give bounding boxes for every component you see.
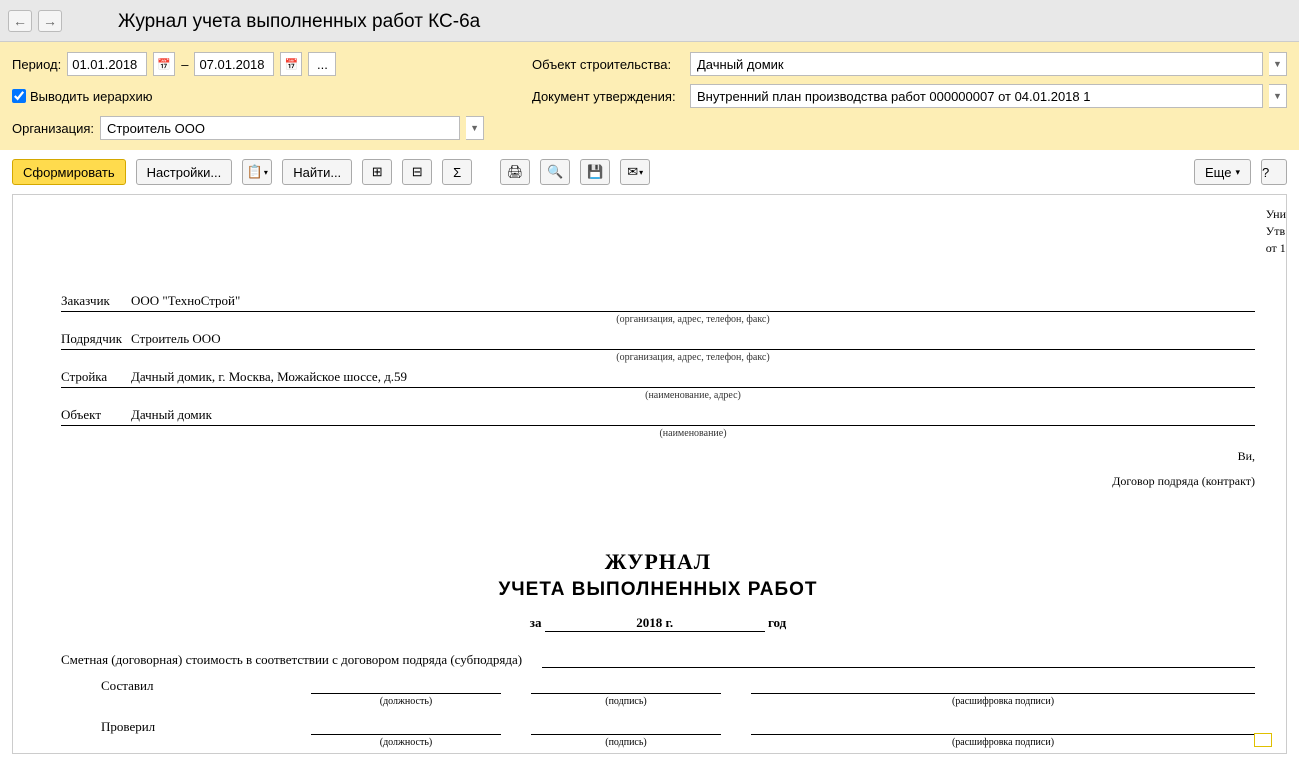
doc-select[interactable]: Внутренний план производства работ 00000… [690,84,1263,108]
decrypt-hint-2: (расшифровка подписи) [751,737,1255,748]
hierarchy-label: Выводить иерархию [30,89,152,104]
sign-hint-2: (подпись) [531,737,721,748]
contractor-value: Строитель ООО [131,331,1255,347]
help-button[interactable]: ? [1261,159,1287,185]
sigma-icon: Σ [453,165,461,180]
forward-button[interactable]: → [38,10,62,32]
doc-label: Документ утверждения: [532,89,684,104]
contractor-hint: (организация, адрес, телефон, факс) [131,350,1255,365]
object-select[interactable]: Дачный домик [690,52,1263,76]
mid-right-1: Ви, [61,449,1255,464]
more-button[interactable]: Еще ▾ [1194,159,1251,185]
checked-position [311,734,501,735]
org-dropdown-button[interactable]: ▼ [466,116,484,140]
collapse-icon: ⊟ [412,164,423,180]
envelope-icon: ✉ [627,164,638,180]
doc-dropdown-button[interactable]: ▼ [1269,84,1287,108]
back-button[interactable]: ← [8,10,32,32]
checked-sign [531,734,721,735]
clipboard-icon: 📋 [247,164,263,180]
customer-hint: (организация, адрес, телефон, факс) [131,312,1255,327]
email-button[interactable]: ✉▾ [620,159,650,185]
contractor-label: Подрядчик [61,331,131,347]
preview-icon: 🔍 [547,164,563,180]
object-hint: (наименование) [131,426,1255,441]
journal-title-1: ЖУРНАЛ [61,549,1255,575]
selection-indicator [1254,733,1272,747]
year-value: 2018 г. [545,615,765,632]
decrypt-hint-1: (расшифровка подписи) [751,696,1255,707]
org-select[interactable]: Строитель ООО [100,116,460,140]
find-button[interactable]: Найти... [282,159,352,185]
object-r-label: Объект [61,407,131,423]
mid-right-2: Договор подряда (контракт) [61,474,1255,489]
site-value: Дачный домик, г. Москва, Можайское шоссе… [131,369,1255,385]
period-select-button[interactable]: ... [308,52,336,76]
save-button[interactable]: 💾 [580,159,610,185]
checked-label: Проверил [61,719,281,735]
compiled-label: Составил [61,678,281,694]
calendar-icon: 📅 [157,58,171,71]
expand-button[interactable]: ⊞ [362,159,392,185]
generate-button[interactable]: Сформировать [12,159,126,185]
sign-hint-1: (подпись) [531,696,721,707]
customer-label: Заказчик [61,293,131,309]
site-label: Стройка [61,369,131,385]
report-area[interactable]: Уни Утв от 1 Заказчик ООО "ТехноСтрой" (… [12,194,1287,754]
preview-button[interactable]: 🔍 [540,159,570,185]
checked-decrypt [751,734,1255,735]
customer-value: ООО "ТехноСтрой" [131,293,1255,309]
collapse-button[interactable]: ⊟ [402,159,432,185]
object-label: Объект строительства: [532,57,684,72]
floppy-icon: 💾 [587,164,603,180]
note-line-3: от 1 [1266,241,1286,256]
expand-icon: ⊞ [372,164,383,180]
page-title: Журнал учета выполненных работ КС-6а [118,9,480,33]
object-dropdown-button[interactable]: ▼ [1269,52,1287,76]
print-button[interactable]: 🖨 [500,159,530,185]
note-line-2: Утв [1266,224,1286,239]
cost-value-line [542,667,1255,668]
position-hint-1: (должность) [311,696,501,707]
object-r-value: Дачный домик [131,407,1255,423]
variants-button[interactable]: 📋▾ [242,159,272,185]
hierarchy-checkbox[interactable] [12,89,26,103]
calendar-to-button[interactable]: 📅 [280,52,302,76]
position-hint-2: (должность) [311,737,501,748]
compiled-decrypt [751,693,1255,694]
sum-button[interactable]: Σ [442,159,472,185]
site-hint: (наименование, адрес) [131,388,1255,403]
settings-button[interactable]: Настройки... [136,159,233,185]
printer-icon: 🖨 [507,164,524,180]
compiled-position [311,693,501,694]
calendar-icon: 📅 [285,58,299,71]
date-from-input[interactable] [67,52,147,76]
cost-label: Сметная (договорная) стоимость в соответ… [61,652,522,668]
date-to-input[interactable] [194,52,274,76]
org-label: Организация: [12,121,94,136]
calendar-from-button[interactable]: 📅 [153,52,175,76]
za-label: за [530,615,542,630]
god-label: год [768,615,786,630]
journal-title-2: УЧЕТА ВЫПОЛНЕННЫХ РАБОТ [61,579,1255,601]
compiled-sign [531,693,721,694]
note-line-1: Уни [1266,207,1286,222]
period-label: Период: [12,57,61,72]
date-separator: – [181,57,188,72]
